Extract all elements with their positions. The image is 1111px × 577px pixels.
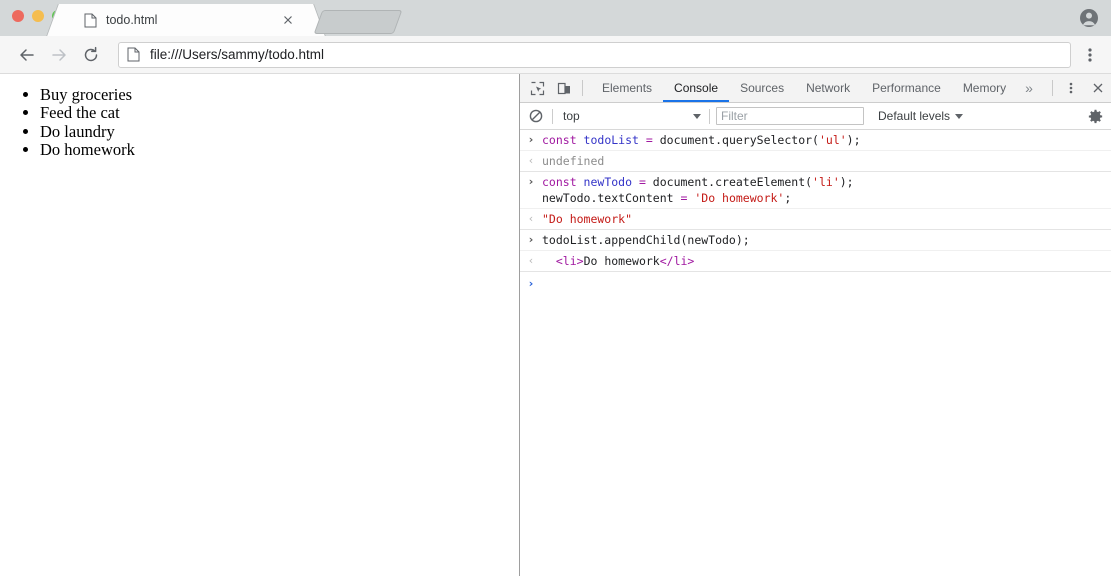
tab-performance[interactable]: Performance bbox=[861, 74, 952, 102]
console-input-row[interactable]: › const newTodo = document.createElement… bbox=[520, 172, 1111, 209]
console-filter-bar: top Filter Default levels bbox=[520, 103, 1111, 130]
chrome-menu-icon[interactable] bbox=[1077, 41, 1103, 69]
devtools-panel: Elements Console Sources Network Perform… bbox=[520, 74, 1111, 576]
page-viewport: Buy groceries Feed the cat Do laundry Do… bbox=[0, 74, 520, 576]
console-input-row[interactable]: › const todoList = document.querySelecto… bbox=[520, 130, 1111, 151]
browser-tab-todo[interactable]: todo.html bbox=[66, 4, 306, 36]
divider bbox=[552, 108, 553, 124]
log-levels-value: Default levels bbox=[878, 109, 951, 123]
back-icon[interactable] bbox=[12, 40, 42, 70]
devtools-more-icon[interactable] bbox=[1057, 74, 1084, 102]
devtools-tabbar: Elements Console Sources Network Perform… bbox=[520, 74, 1111, 103]
console-input-row[interactable]: › todoList.appendChild(newTodo); bbox=[520, 230, 1111, 251]
reload-icon[interactable] bbox=[76, 40, 106, 70]
prompt-marker-icon: › bbox=[528, 277, 534, 290]
console-input-text: todoList.appendChild(newTodo); bbox=[542, 233, 750, 247]
gear-icon[interactable] bbox=[1081, 109, 1109, 124]
clear-console-icon[interactable] bbox=[522, 109, 550, 123]
list-item: Buy groceries bbox=[40, 85, 519, 104]
devtools-tab-list: Elements Console Sources Network Perform… bbox=[591, 74, 1041, 102]
forward-icon bbox=[44, 40, 74, 70]
todo-list: Buy groceries Feed the cat Do laundry Do… bbox=[0, 85, 519, 160]
avatar[interactable] bbox=[1079, 8, 1099, 28]
content-area: Buy groceries Feed the cat Do laundry Do… bbox=[0, 74, 1111, 576]
browser-toolbar: file:///Users/sammy/todo.html bbox=[0, 36, 1111, 74]
execution-context-value: top bbox=[563, 109, 580, 123]
console-output-text[interactable]: <li>Do homework</li> bbox=[542, 253, 1111, 269]
tab-network[interactable]: Network bbox=[795, 74, 861, 102]
console-filter-input[interactable]: Filter bbox=[716, 107, 864, 125]
divider bbox=[1052, 80, 1053, 96]
console-input-text: const newTodo = document.createElement('… bbox=[542, 175, 854, 205]
console-output-text: "Do homework" bbox=[542, 212, 633, 226]
console-output-text: undefined bbox=[542, 154, 605, 168]
close-icon[interactable] bbox=[280, 12, 296, 28]
device-toolbar-icon[interactable] bbox=[551, 74, 578, 102]
file-icon bbox=[127, 47, 140, 62]
more-tabs-icon[interactable]: » bbox=[1017, 74, 1041, 102]
devtools-tabbar-actions bbox=[1048, 74, 1111, 102]
address-bar[interactable]: file:///Users/sammy/todo.html bbox=[118, 41, 1071, 68]
tab-strip: todo.html bbox=[0, 0, 1111, 36]
console-input-text: const todoList = document.querySelector(… bbox=[542, 133, 861, 147]
divider bbox=[709, 108, 710, 124]
output-marker-icon: ‹ bbox=[528, 154, 534, 167]
execution-context-select[interactable]: top bbox=[555, 109, 707, 123]
input-marker-icon: › bbox=[528, 133, 534, 146]
tab-memory[interactable]: Memory bbox=[952, 74, 1017, 102]
output-marker-icon: ‹ bbox=[528, 212, 534, 225]
minimize-window-button[interactable] bbox=[32, 10, 44, 22]
chevron-down-icon bbox=[955, 113, 964, 119]
browser-window: todo.html file:///Users/sammy/todo.html … bbox=[0, 0, 1111, 577]
list-item: Do homework bbox=[40, 140, 519, 159]
console-output-row: ‹ undefined bbox=[520, 151, 1111, 172]
console-log[interactable]: › const todoList = document.querySelecto… bbox=[520, 130, 1111, 576]
chevron-down-icon bbox=[693, 113, 701, 119]
list-item: Do laundry bbox=[40, 122, 519, 141]
log-levels-select[interactable]: Default levels bbox=[878, 109, 964, 123]
input-marker-icon: › bbox=[528, 175, 534, 188]
console-output-row: ‹ "Do homework" bbox=[520, 209, 1111, 230]
tab-console[interactable]: Console bbox=[663, 74, 730, 102]
devtools-close-icon[interactable] bbox=[1084, 74, 1111, 102]
tab-title: todo.html bbox=[106, 13, 158, 27]
tab-sources[interactable]: Sources bbox=[729, 74, 795, 102]
output-marker-icon: ‹ bbox=[528, 254, 534, 267]
list-item: Feed the cat bbox=[40, 103, 519, 122]
input-marker-icon: › bbox=[528, 233, 534, 246]
address-bar-url[interactable]: file:///Users/sammy/todo.html bbox=[150, 47, 324, 62]
console-prompt-row[interactable]: › bbox=[520, 272, 1111, 294]
divider bbox=[582, 80, 583, 96]
console-output-row: ‹ <li>Do homework</li> bbox=[520, 251, 1111, 272]
page-icon bbox=[84, 13, 97, 28]
inspect-element-icon[interactable] bbox=[524, 74, 551, 102]
close-window-button[interactable] bbox=[12, 10, 24, 22]
new-tab-button[interactable] bbox=[313, 10, 403, 34]
tab-elements[interactable]: Elements bbox=[591, 74, 663, 102]
